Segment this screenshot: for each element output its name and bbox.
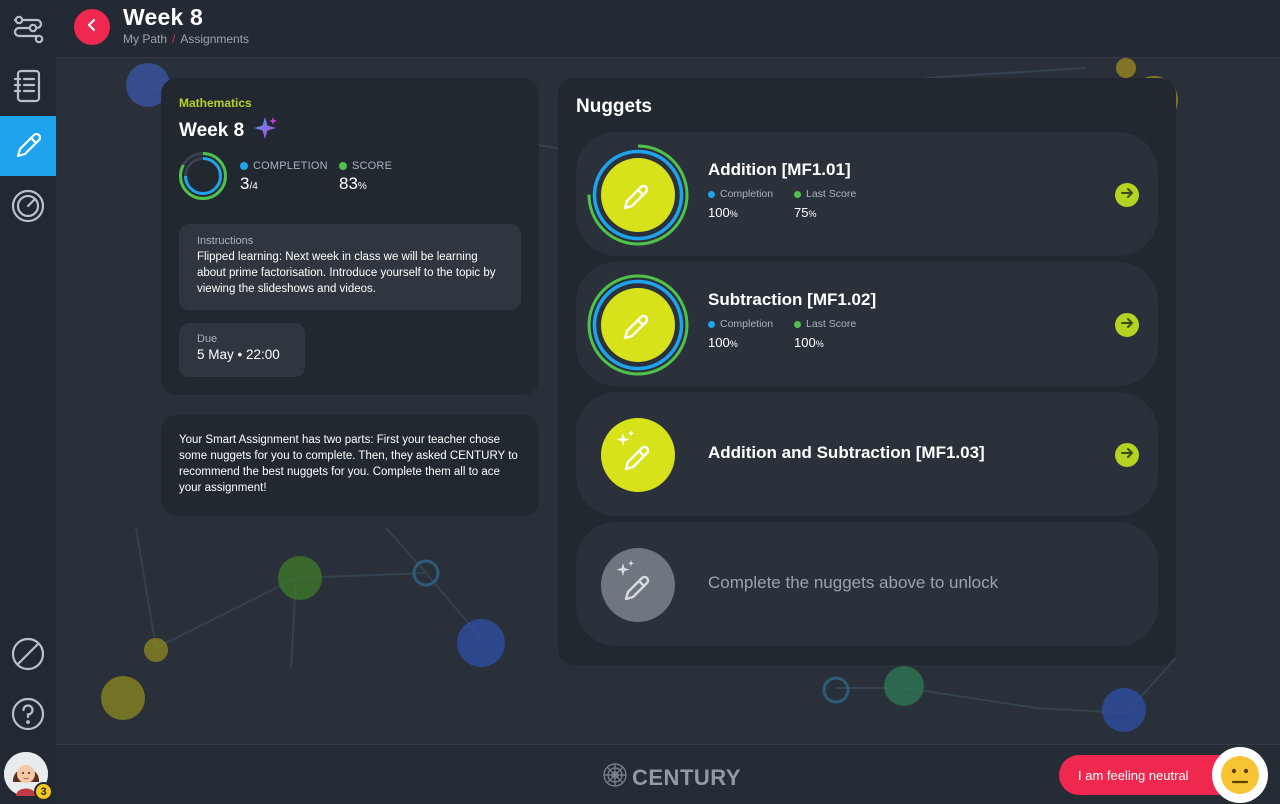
- completion-stat: COMPLETION 3/4: [240, 160, 328, 194]
- completion-label: Completion: [720, 188, 774, 200]
- sidebar-item-assignments[interactable]: [0, 116, 56, 176]
- slash-circle-icon: [11, 637, 45, 671]
- due-box: Due 5 May • 22:00: [179, 323, 305, 377]
- nugget-card[interactable]: Addition [MF1.01] Completion 100% Last S…: [576, 132, 1158, 256]
- unit: %: [815, 339, 824, 349]
- nugget-sparkle-icon: [586, 403, 690, 507]
- breadcrumb-assignments[interactable]: Assignments: [180, 32, 249, 46]
- help-icon: [11, 697, 45, 731]
- completion-label: COMPLETION: [253, 160, 328, 172]
- nuggets-title: Nuggets: [576, 96, 652, 117]
- nugget-progress-icon: [586, 273, 690, 377]
- dashboard-icon: [11, 189, 45, 223]
- arrow-right-icon: [1120, 446, 1134, 465]
- score-dot: [339, 162, 347, 170]
- completion-total: /4: [249, 181, 258, 192]
- assignment-title-text: Week 8: [179, 120, 245, 141]
- notebook-icon: [13, 68, 43, 104]
- completion-dot: [708, 190, 715, 198]
- due-label: Due: [197, 333, 218, 345]
- page-title: Week 8: [123, 4, 204, 30]
- assignment-title: Week 8: [179, 115, 278, 147]
- locked-nugget-card: Complete the nuggets above to unlock: [576, 522, 1158, 646]
- nugget-completion: Completion 100%: [708, 318, 773, 350]
- open-nugget-button[interactable]: [1115, 183, 1139, 207]
- pencil-icon: [11, 129, 45, 163]
- last-score-label: Last Score: [806, 318, 857, 330]
- brand-name: CENTURY: [632, 765, 742, 790]
- assignment-card: Mathematics Week 8 COMPLETION 3/4 SCORE …: [161, 78, 539, 395]
- nugget-name[interactable]: Subtraction [MF1.02]: [708, 290, 876, 310]
- arrow-right-icon: [1120, 186, 1134, 205]
- open-nugget-button[interactable]: [1115, 313, 1139, 337]
- open-nugget-button[interactable]: [1115, 443, 1139, 467]
- completion-dot: [240, 162, 248, 170]
- completion-label: Completion: [720, 318, 774, 330]
- arrow-right-icon: [1120, 316, 1134, 335]
- nugget-last-score: Last Score 100%: [794, 318, 856, 350]
- nugget-name[interactable]: Addition and Subtraction [MF1.03]: [708, 443, 985, 463]
- score-stat: SCORE 83%: [339, 160, 392, 194]
- locked-sparkle-icon: [586, 533, 690, 637]
- score-value: 83: [339, 174, 358, 193]
- nugget-last-score: Last Score 75%: [794, 188, 856, 220]
- sidebar-item-disable[interactable]: [0, 624, 56, 684]
- breadcrumb-my-path[interactable]: My Path: [123, 32, 167, 46]
- locked-nugget-message: Complete the nuggets above to unlock: [708, 573, 999, 592]
- breadcrumb-separator: /: [172, 32, 176, 46]
- nugget-completion: Completion 100%: [708, 188, 773, 220]
- sidebar-item-dashboard[interactable]: [0, 176, 56, 236]
- sidebar-item-path[interactable]: [0, 0, 56, 60]
- neutral-face-icon[interactable]: [1212, 747, 1268, 803]
- subject-label: Mathematics: [179, 96, 252, 110]
- path-icon: [11, 15, 45, 45]
- score-dot: [794, 320, 801, 328]
- due-value: 5 May • 22:00: [197, 347, 280, 362]
- progress-rings: [179, 152, 227, 200]
- header: Week 8 My Path / Assignments: [56, 0, 1280, 58]
- nugget-name[interactable]: Addition [MF1.01]: [708, 160, 851, 180]
- score-dot: [794, 190, 801, 198]
- century-logo-icon: [602, 762, 628, 794]
- unit: %: [729, 339, 738, 349]
- instructions-label: Instructions: [197, 235, 254, 247]
- nugget-progress-icon: [586, 143, 690, 247]
- nugget-card[interactable]: Subtraction [MF1.02] Completion 100% Las…: [576, 262, 1158, 386]
- last-score-label: Last Score: [806, 188, 857, 200]
- unit: %: [729, 209, 738, 219]
- nuggets-panel: Nuggets Addition [MF1.01] Completion 100…: [558, 78, 1176, 665]
- sparkle-icon: [252, 115, 278, 147]
- mood-label: I am feeling neutral: [1078, 767, 1189, 783]
- chevron-left-icon: [85, 18, 99, 37]
- completion-value: 100: [708, 335, 730, 350]
- instructions-text: Flipped learning: Next week in class we …: [197, 251, 496, 295]
- sidebar: 3: [0, 0, 56, 804]
- last-score-value: 100: [794, 335, 816, 350]
- breadcrumb: My Path / Assignments: [123, 32, 249, 46]
- instructions-box: Instructions Flipped learning: Next week…: [179, 224, 521, 310]
- back-button[interactable]: [74, 9, 110, 45]
- footer: CENTURY I am feeling neutral: [56, 744, 1280, 804]
- completion-value: 100: [708, 205, 730, 220]
- sidebar-item-notebook[interactable]: [0, 56, 56, 116]
- score-unit: %: [357, 181, 367, 192]
- last-score-value: 75: [794, 205, 809, 220]
- avatar-badge: 3: [34, 782, 53, 801]
- sidebar-item-help[interactable]: [0, 684, 56, 744]
- completion-dot: [708, 320, 715, 328]
- unit: %: [808, 209, 817, 219]
- score-label: SCORE: [352, 160, 393, 172]
- smart-assignment-card: Your Smart Assignment has two parts: Fir…: [161, 415, 539, 516]
- brand-logo: CENTURY: [602, 762, 741, 794]
- nugget-card[interactable]: Addition and Subtraction [MF1.03]: [576, 392, 1158, 516]
- smart-assignment-text: Your Smart Assignment has two parts: Fir…: [179, 434, 518, 494]
